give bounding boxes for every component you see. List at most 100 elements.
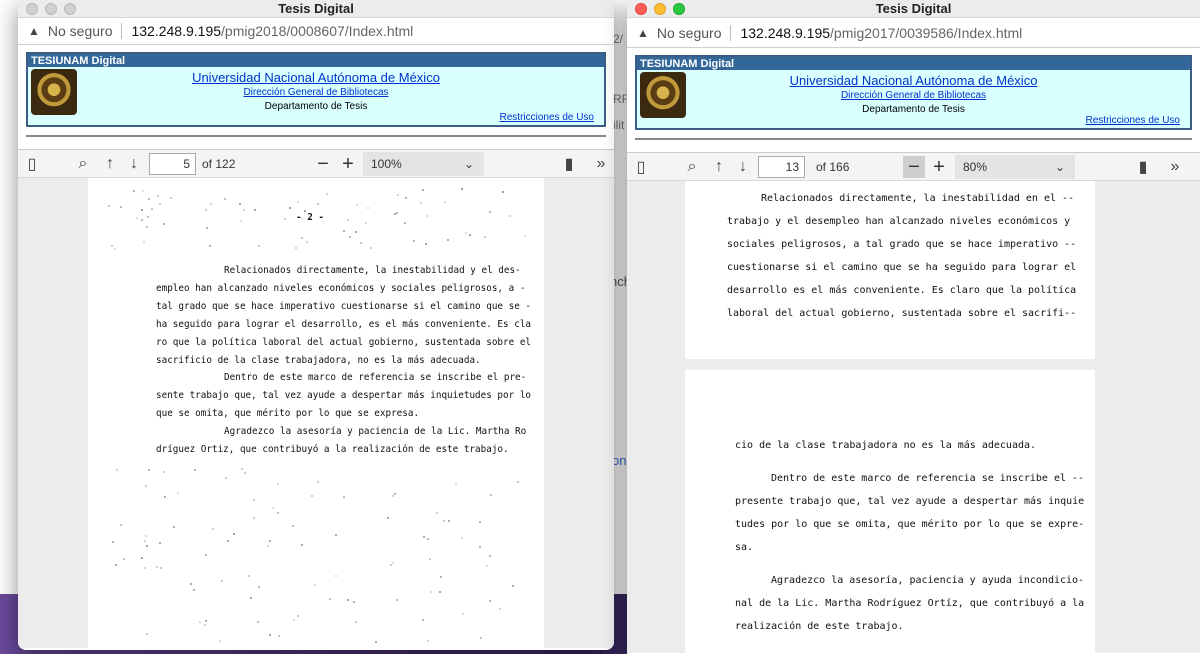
scan-speck [238, 202, 241, 205]
text-line: trabajo y el desempleo han alcanzado niv… [727, 216, 1071, 227]
scan-speck [498, 607, 501, 610]
text-line: realización de este trabajo. [735, 621, 904, 632]
scan-speck [145, 545, 148, 548]
more-tools-icon[interactable]: » [590, 153, 612, 175]
scan-speck [140, 218, 143, 221]
scan-speck [301, 237, 304, 240]
minimize-icon[interactable] [654, 3, 666, 15]
text-line: tudes por lo que se omita, que mérito po… [735, 519, 1085, 530]
search-icon[interactable]: ⌕ [681, 156, 703, 178]
zoom-value: 80% [963, 160, 988, 174]
scan-speck [223, 198, 226, 201]
scan-speck [488, 555, 491, 558]
directorate-link[interactable]: Dirección General de Bibliotecas [28, 87, 604, 98]
bg-fragment: on [612, 453, 627, 468]
zoom-in-button[interactable]: + [337, 153, 359, 175]
scan-speck [145, 633, 148, 636]
scan-speck [193, 468, 196, 471]
url-text[interactable]: 132.248.9.195/pmig2017/0039586/Index.htm… [740, 25, 1022, 41]
zoom-out-button[interactable]: − [312, 153, 334, 175]
traffic-lights [26, 3, 76, 15]
scan-speck [148, 468, 151, 471]
address-bar[interactable]: ▲ No seguro 132.248.9.195/pmig2018/00086… [18, 18, 614, 45]
zoom-out-button[interactable]: − [903, 156, 925, 178]
scan-speck [243, 472, 246, 475]
text-line: Dentro de este marco de referencia se in… [771, 473, 1085, 484]
address-bar[interactable]: ▲ No seguro 132.248.9.195/pmig2017/00395… [627, 18, 1200, 48]
scan-speck [292, 524, 295, 527]
scan-speck [488, 599, 491, 602]
scan-speck [225, 477, 228, 480]
department-label: Departamento de Tesis [264, 101, 368, 112]
zoom-in-button[interactable]: + [928, 156, 950, 178]
scan-speck [209, 203, 212, 206]
scan-speck [192, 589, 195, 592]
restrictions-link[interactable]: Restricciones de Uso [1086, 115, 1180, 126]
sidebar-toggle-icon[interactable]: ▯ [630, 156, 652, 178]
scan-speck [199, 620, 202, 623]
scan-speck [156, 566, 159, 569]
directorate-link[interactable]: Dirección General de Bibliotecas [637, 90, 1190, 101]
scan-speck [396, 211, 399, 214]
page-count: of 122 [202, 157, 236, 171]
scan-speck [421, 618, 424, 621]
scan-speck [277, 634, 280, 637]
scan-speck [204, 554, 207, 557]
sidebar-toggle-icon[interactable]: ▯ [21, 153, 43, 175]
university-link[interactable]: Universidad Nacional Autónoma de México [637, 73, 1190, 88]
scan-speck [347, 219, 350, 222]
arrow-up-icon[interactable]: ↑ [708, 156, 730, 178]
pdf-viewer[interactable]: Relacionados directamente, la inestabili… [627, 181, 1200, 653]
url-host: 132.248.9.195 [740, 24, 831, 41]
scan-speck [108, 205, 110, 208]
scan-speck [438, 590, 441, 593]
search-icon[interactable]: ⌕ [72, 153, 94, 175]
scan-speck [484, 235, 487, 238]
arrow-up-icon[interactable]: ↑ [99, 153, 121, 175]
scan-speck [366, 206, 369, 209]
scan-speck [258, 585, 261, 588]
window-titlebar[interactable]: Tesis Digital [18, 0, 614, 18]
scan-speck [478, 521, 481, 524]
scan-speck [436, 511, 439, 514]
scan-speck [162, 470, 165, 473]
arrow-down-icon[interactable]: ↓ [123, 153, 145, 175]
zoom-icon[interactable] [64, 3, 76, 15]
scan-speck [447, 238, 450, 241]
scan-speck [277, 483, 280, 486]
arrow-down-icon[interactable]: ↓ [732, 156, 754, 178]
scan-speck [146, 216, 149, 219]
text-line: sacrificio de la clase trabajadora, no e… [156, 355, 481, 366]
window-titlebar[interactable]: Tesis Digital [627, 0, 1200, 18]
scan-speck [164, 496, 167, 499]
zoom-select[interactable]: 100% ⌄ [363, 152, 484, 176]
text-line: cuestionarse si el camino que se ha segu… [727, 262, 1077, 273]
more-tools-icon[interactable]: » [1164, 156, 1186, 178]
scan-speck [252, 499, 255, 502]
pdf-viewer[interactable]: - 2 - Relacionados directamente, la ines… [18, 178, 614, 648]
bookmark-icon[interactable]: ▮ [1132, 156, 1154, 178]
tesiunam-header: TESIUNAM Digital Universidad Nacional Au… [18, 45, 614, 150]
restrictions-link[interactable]: Restricciones de Uso [500, 112, 594, 123]
bookmark-icon[interactable]: ▮ [558, 153, 580, 175]
close-icon[interactable] [26, 3, 38, 15]
url-text[interactable]: 132.248.9.195/pmig2018/0008607/Index.htm… [131, 23, 413, 39]
scan-speck [392, 494, 395, 497]
page-number-input[interactable]: 13 [758, 156, 805, 178]
minimize-icon[interactable] [45, 3, 57, 15]
scan-speck [317, 481, 320, 484]
scan-speck [240, 219, 243, 222]
scan-speck [443, 200, 446, 203]
scan-speck [420, 202, 423, 205]
url-path: /pmig2017/0039586/Index.html [830, 24, 1023, 41]
warning-icon: ▲ [637, 25, 649, 40]
scan-speck [150, 207, 153, 210]
zoom-select[interactable]: 80% ⌄ [955, 155, 1075, 179]
page-number-input[interactable]: 5 [149, 153, 196, 175]
zoom-icon[interactable] [673, 3, 685, 15]
close-icon[interactable] [635, 3, 647, 15]
url-host: 132.248.9.195 [131, 23, 222, 39]
scan-speck [396, 194, 399, 197]
scan-speck [271, 507, 274, 510]
university-link[interactable]: Universidad Nacional Autónoma de México [28, 70, 604, 85]
